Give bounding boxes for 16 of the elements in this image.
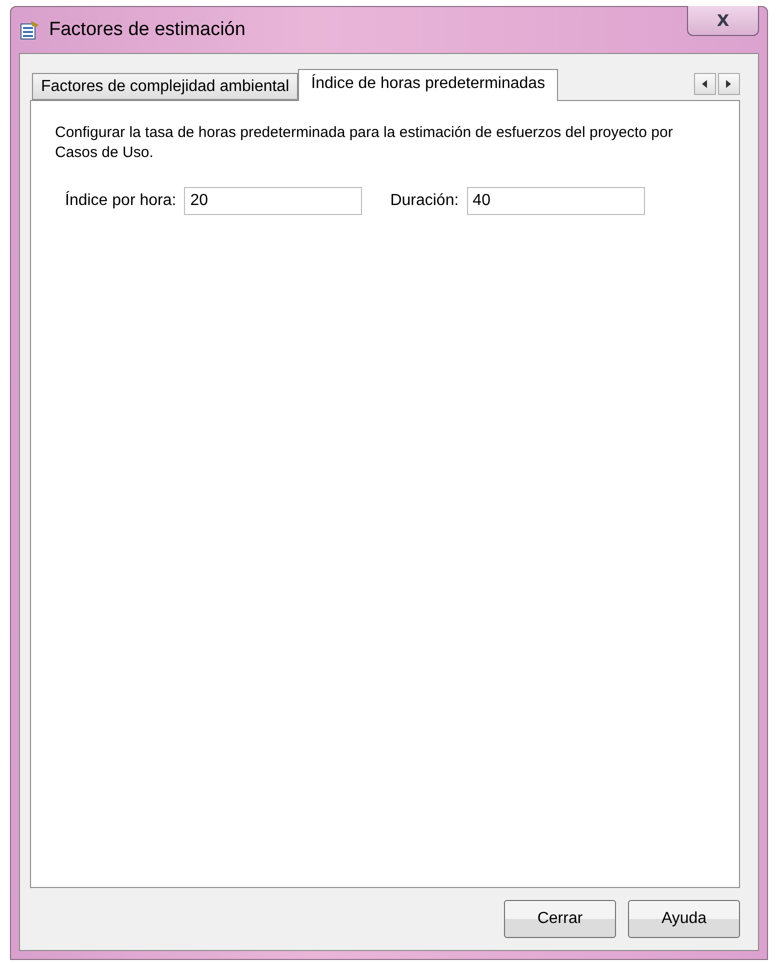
field-label: Índice por hora: [65, 192, 176, 210]
input-field[interactable]: 40 [466, 187, 645, 215]
tab[interactable]: Factores de complejidad ambiental [32, 73, 298, 100]
scroll-left-button[interactable] [694, 73, 716, 95]
scroll-right-button[interactable] [718, 73, 740, 95]
dialog-button[interactable]: Cerrar [504, 900, 616, 938]
dialog-button[interactable]: Ayuda [628, 900, 740, 938]
window-title: Factores de estimación [49, 19, 246, 41]
caret-right-icon [726, 80, 732, 88]
description-text: Configurar la tasa de horas predeterminada para la estimación de esfuerzos del proyecto por Casos de Uso. [55, 123, 674, 163]
field-label: Duración: [390, 192, 459, 210]
caret-left-icon [702, 80, 708, 88]
app-icon [19, 19, 41, 41]
close-button[interactable]: X [687, 6, 759, 36]
input-field[interactable]: 20 [184, 187, 362, 215]
tab[interactable]: Índice de horas predeterminadas [298, 69, 558, 101]
